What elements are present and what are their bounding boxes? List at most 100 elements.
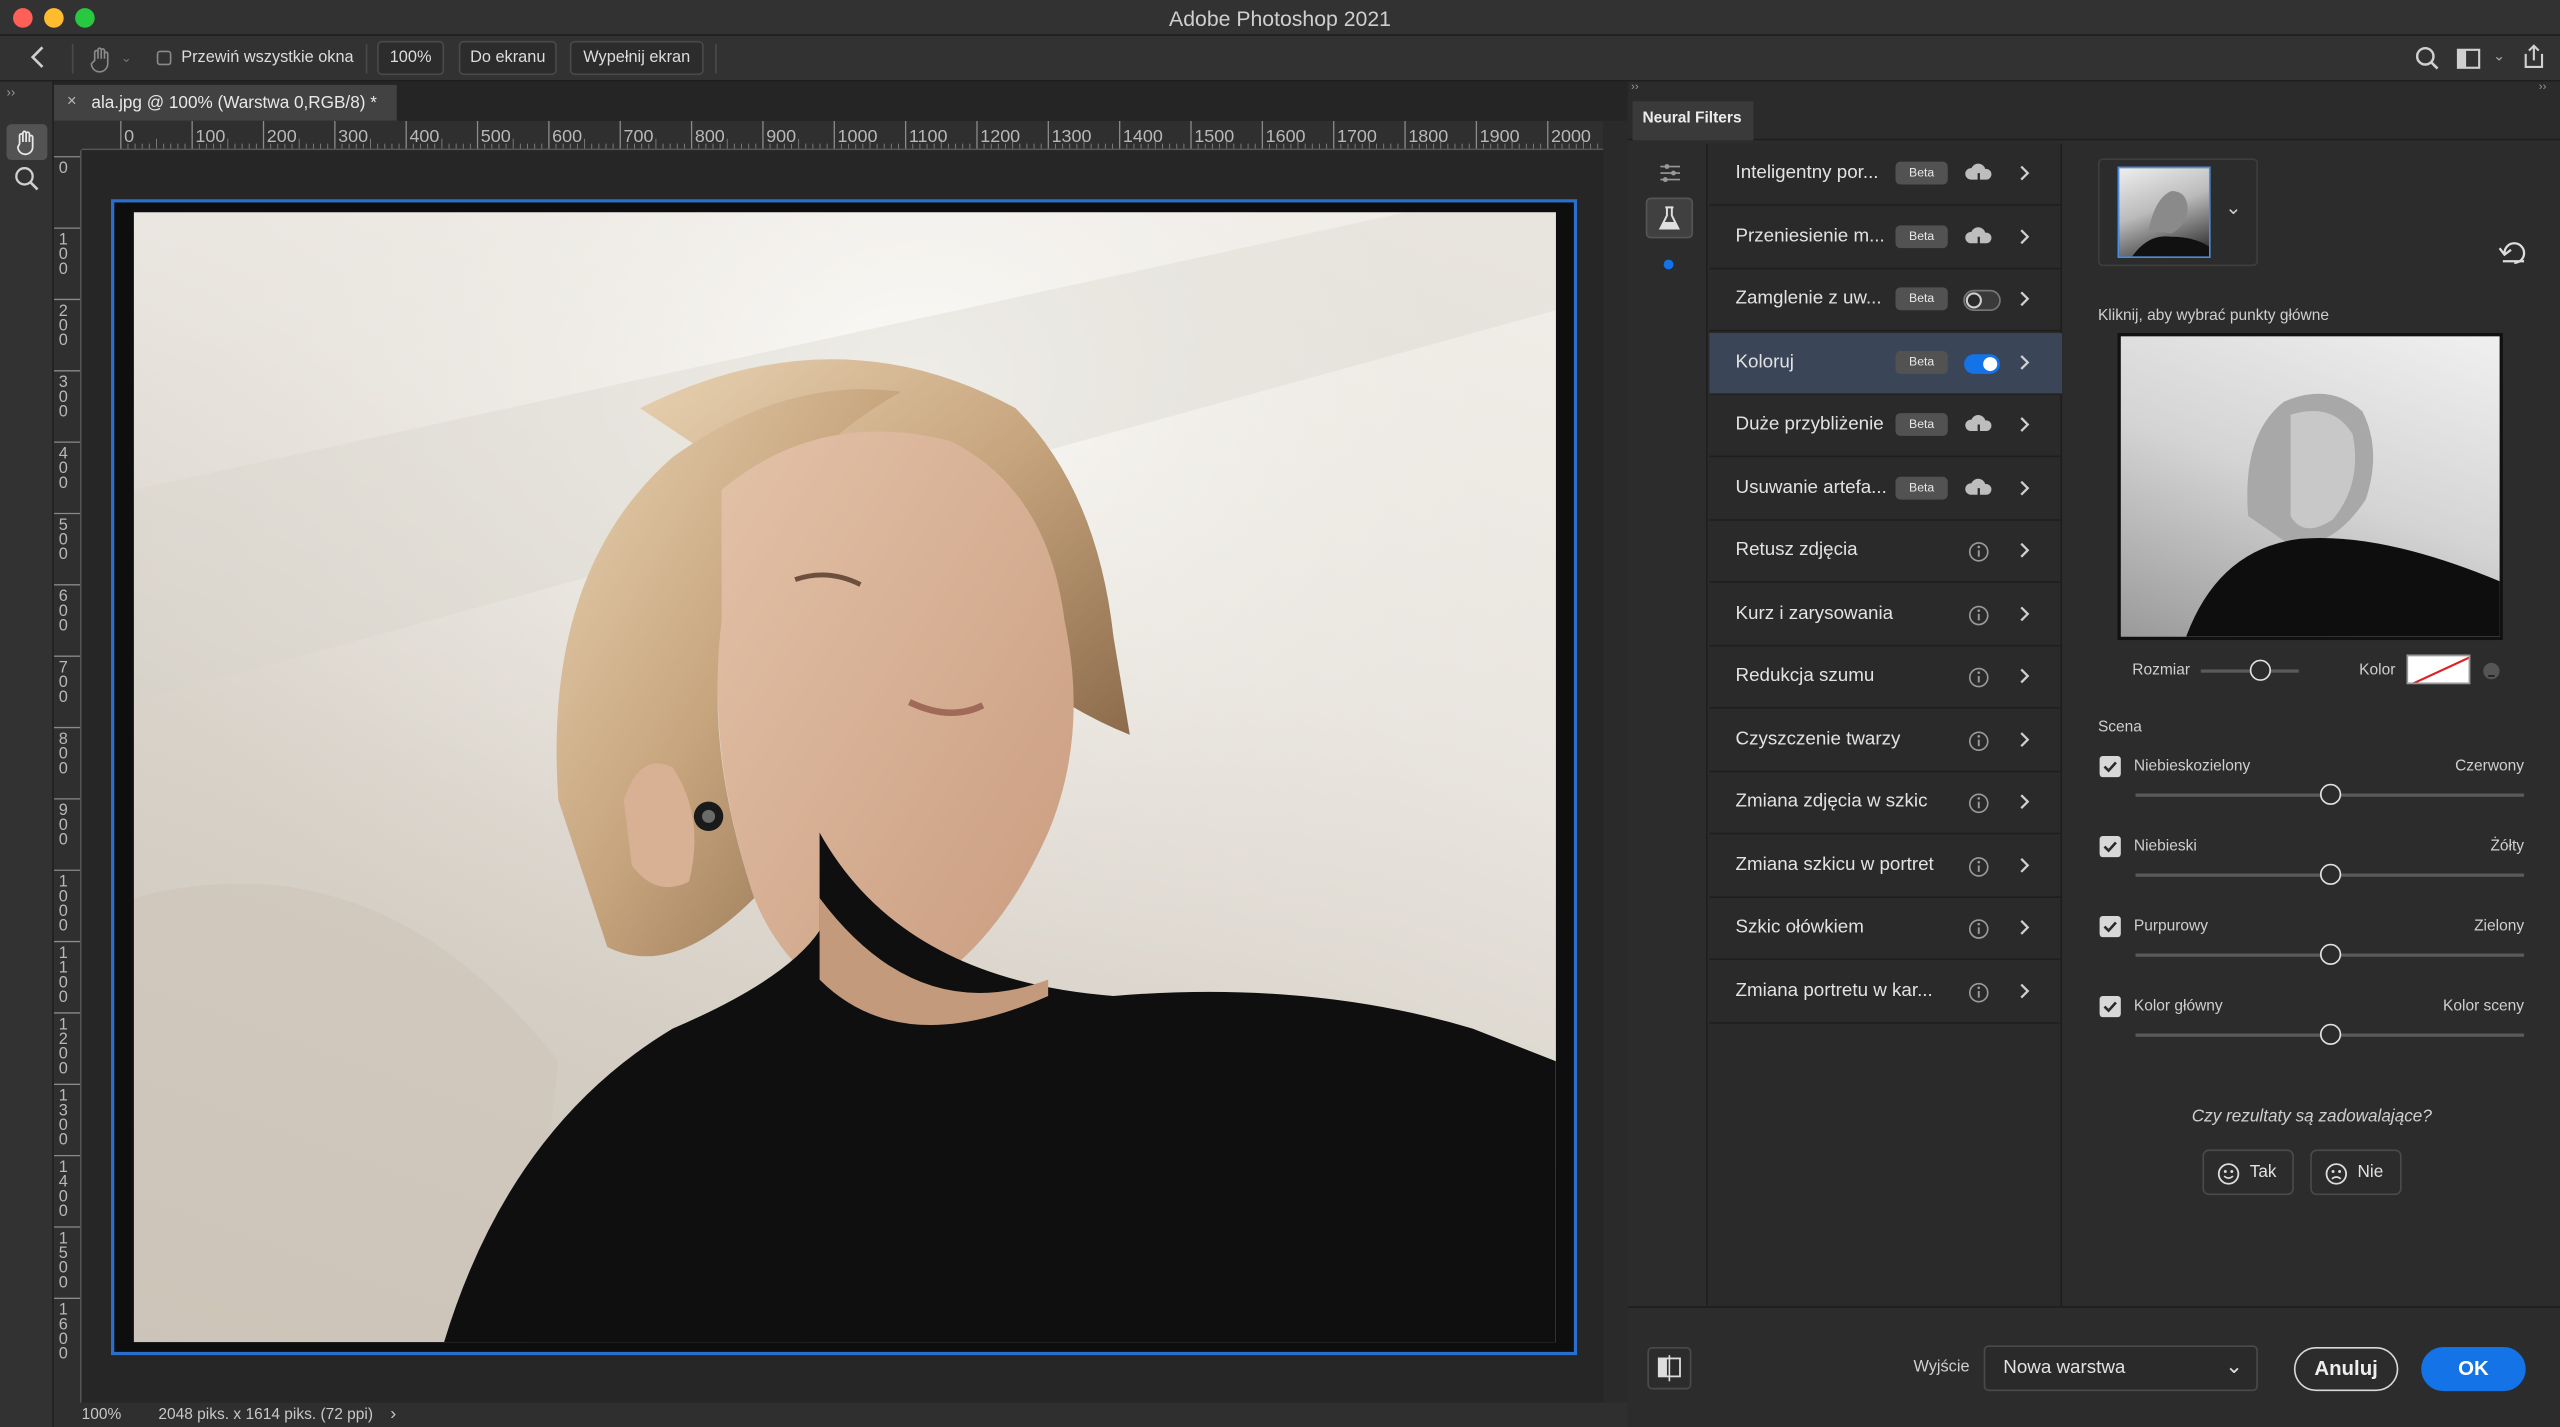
status-document-info: 2048 piks. x 1614 piks. (72 ppi)	[158, 1405, 374, 1424]
filter-row[interactable]: Redukcja szumu	[1709, 647, 2063, 709]
tool-preset-chevron-icon[interactable]: ⌄	[121, 51, 132, 66]
toggle-on-icon[interactable]	[1961, 349, 2000, 378]
filter-row[interactable]: Przeniesienie m... Beta	[1709, 207, 2063, 269]
panel-top-strip: ›› ››	[1627, 81, 2560, 98]
compare-preview-button[interactable]	[1647, 1346, 1692, 1390]
scene-checkbox[interactable]	[2099, 755, 2121, 778]
ruler-h-label: 1700	[1337, 126, 1377, 146]
document-canvas[interactable]	[111, 199, 1578, 1356]
chevron-right-icon[interactable]	[2013, 158, 2036, 187]
feedback-yes-button[interactable]: Tak	[2202, 1149, 2294, 1196]
filter-row[interactable]: Zamglenie z uw... Beta	[1709, 269, 2063, 332]
chevron-right-icon[interactable]	[2013, 724, 2036, 753]
scroll-all-checkbox[interactable]	[156, 50, 172, 66]
filter-row[interactable]: Czyszczenie twarzy	[1709, 709, 2063, 772]
info-icon[interactable]	[1961, 537, 1997, 566]
info-icon[interactable]	[1961, 663, 1997, 692]
ruler-v-label: 0	[59, 917, 68, 935]
document-tab[interactable]: × ala.jpg @ 100% (Warstwa 0,RGB/8) *	[53, 84, 397, 121]
hand-tool-icon[interactable]	[85, 42, 118, 75]
vertical-scrollbar[interactable]	[1603, 120, 1628, 1403]
workspace-icon[interactable]	[2456, 46, 2482, 72]
chevron-right-icon[interactable]	[2013, 536, 2036, 565]
zoom-100-button[interactable]: 100%	[377, 40, 445, 76]
scene-checkbox[interactable]	[2099, 995, 2121, 1018]
filter-row[interactable]: Zmiana szkicu w portret	[1709, 835, 2063, 898]
workspace-chevron-icon[interactable]: ⌄	[2493, 47, 2505, 65]
preview-image[interactable]	[2117, 333, 2503, 641]
status-bar: 100% 2048 piks. x 1614 piks. (72 ppi) ›	[53, 1402, 1628, 1427]
info-icon[interactable]	[1961, 789, 1997, 818]
search-icon[interactable]	[2413, 44, 2442, 73]
chevron-right-icon[interactable]	[2013, 347, 2036, 376]
chevron-right-icon[interactable]	[2013, 221, 2036, 250]
info-icon[interactable]	[1961, 726, 1997, 755]
beta-filters-icon[interactable]	[1645, 197, 1694, 239]
size-slider-handle[interactable]	[2248, 659, 2271, 681]
scene-slider-handle[interactable]	[2319, 863, 2341, 885]
filter-row[interactable]: Inteligentny por... Beta	[1709, 144, 2063, 206]
chevron-right-icon[interactable]	[2013, 913, 2036, 942]
back-arrow-icon[interactable]	[23, 41, 56, 74]
cloud-download-icon[interactable]	[1961, 474, 1997, 503]
filter-label: Duże przybliżenie	[1735, 414, 1884, 435]
info-icon[interactable]	[1961, 600, 1997, 629]
chevron-right-icon[interactable]	[2013, 976, 2036, 1005]
filter-row[interactable]: Retusz zdjęcia	[1709, 521, 2063, 583]
info-icon[interactable]	[1961, 851, 1997, 880]
chevron-right-icon[interactable]	[2013, 661, 2036, 690]
status-chevron-icon[interactable]: ›	[390, 1404, 396, 1424]
chevron-right-icon[interactable]	[2013, 850, 2036, 879]
chevron-right-icon[interactable]	[2013, 410, 2036, 439]
reset-icon[interactable]	[2496, 238, 2529, 267]
status-zoom[interactable]: 100%	[82, 1406, 122, 1424]
filter-row[interactable]: Koloruj Beta	[1709, 332, 2063, 395]
fill-screen-button[interactable]: Wypełnij ekran	[569, 40, 704, 76]
reference-dropdown-chevron-icon[interactable]: ⌄	[2225, 196, 2241, 219]
info-icon[interactable]	[1961, 977, 1997, 1006]
cloud-download-icon[interactable]	[1961, 411, 1997, 440]
filter-row[interactable]: Duże przybliżenie Beta	[1709, 395, 2063, 458]
slider-right-label: Zielony	[2474, 917, 2525, 936]
ok-button[interactable]: OK	[2421, 1346, 2526, 1392]
scene-slider-handle[interactable]	[2319, 943, 2341, 965]
close-tab-icon[interactable]: ×	[67, 93, 77, 111]
cloud-download-icon[interactable]	[1961, 223, 1997, 252]
chevron-right-icon[interactable]	[2013, 473, 2036, 502]
toggle-off-icon[interactable]	[1961, 286, 2001, 315]
scene-slider-handle[interactable]	[2319, 1023, 2341, 1045]
scene-slider-handle[interactable]	[2319, 783, 2341, 805]
all-filters-icon[interactable]	[1656, 160, 1685, 186]
chevron-right-icon[interactable]	[2013, 598, 2036, 627]
filter-label: Usuwanie artefa...	[1735, 477, 1887, 498]
output-select[interactable]: Nowa warstwa ⌄	[1983, 1345, 2258, 1392]
filter-row[interactable]: Zmiana portretu w kar...	[1709, 961, 2063, 1023]
feedback-no-button[interactable]: Nie	[2310, 1149, 2402, 1196]
focal-points-instruction: Kliknij, aby wybrać punkty główne	[2097, 306, 2330, 325]
info-icon[interactable]	[1961, 914, 1997, 943]
cloud-download-icon[interactable]	[1961, 160, 1997, 189]
filter-row[interactable]: Zmiana zdjęcia w szkic	[1709, 772, 2063, 835]
tab-neural-filters[interactable]: Neural Filters	[1632, 101, 1754, 141]
collapse-panel-left-icon[interactable]: ››	[1631, 82, 1639, 93]
collapse-tools-icon[interactable]: ››	[7, 85, 16, 100]
scene-checkbox[interactable]	[2099, 915, 2121, 938]
cancel-button[interactable]: Anuluj	[2293, 1346, 2399, 1392]
share-icon[interactable]	[2521, 42, 2547, 71]
color-swatch[interactable]	[2406, 654, 2471, 685]
hand-tool-button[interactable]	[6, 124, 48, 161]
chevron-right-icon[interactable]	[2013, 284, 2036, 313]
fit-screen-button[interactable]: Do ekranu	[458, 40, 557, 76]
filter-row[interactable]: Usuwanie artefa... Beta	[1709, 458, 2063, 521]
clear-color-icon[interactable]	[2483, 662, 2500, 680]
zoom-tool-button[interactable]	[7, 162, 48, 198]
chevron-right-icon[interactable]	[2013, 787, 2036, 816]
ruler-h-label: 500	[481, 126, 511, 146]
beta-badge: Beta	[1895, 224, 1948, 248]
filter-row[interactable]: Kurz i zarysowania	[1709, 584, 2063, 646]
collapse-panel-right-icon[interactable]: ››	[2539, 82, 2547, 93]
filter-row[interactable]: Szkic ołówkiem	[1709, 898, 2063, 961]
scene-checkbox[interactable]	[2099, 835, 2121, 858]
reference-image-selector[interactable]: ⌄	[2097, 158, 2258, 267]
options-bar: ⌄ Przewiń wszystkie okna 100% Do ekranu …	[0, 35, 2560, 82]
